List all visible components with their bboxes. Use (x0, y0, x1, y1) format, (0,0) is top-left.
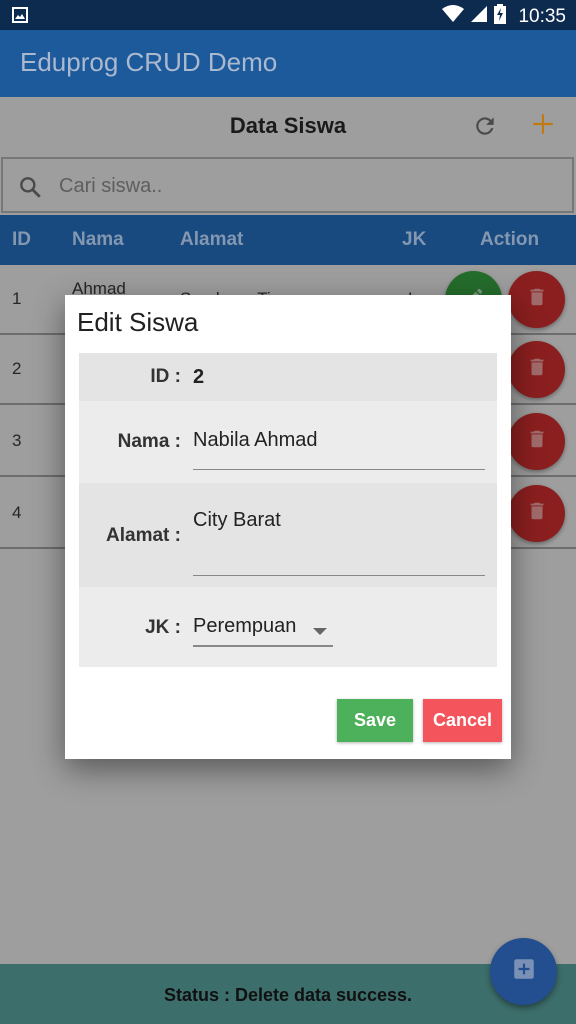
cell-id: 3 (12, 431, 22, 450)
column-header-jk: JK (402, 229, 427, 250)
cell-id: 2 (12, 359, 22, 378)
column-header-nama: Nama (72, 229, 124, 250)
add-box-icon (511, 956, 537, 987)
cell-id: 4 (12, 503, 22, 522)
image-icon (12, 7, 28, 28)
form-row-jk: JK : Perempuan (79, 587, 497, 667)
status-message: Status : Delete data success. (163, 985, 413, 1005)
refresh-icon[interactable] (472, 113, 498, 144)
wifi-icon (442, 5, 465, 28)
alamat-field[interactable]: City Barat (193, 509, 281, 532)
table-header: ID Nama Alamat JK Action (0, 215, 576, 265)
id-label: ID : (150, 366, 181, 387)
alamat-underline (193, 575, 485, 576)
signal-icon (470, 5, 488, 28)
list-toolbar: Data Siswa (0, 97, 576, 157)
column-header-alamat: Alamat (180, 229, 244, 250)
trash-icon (526, 427, 548, 456)
edit-form: ID : 2 Nama : Nabila Ahmad Alamat : City… (79, 353, 497, 667)
trash-icon (526, 499, 548, 528)
app-bar: Eduprog CRUD Demo (0, 30, 576, 97)
cell-id: 1 (12, 289, 22, 308)
app-title: Eduprog CRUD Demo (20, 47, 278, 77)
id-value: 2 (193, 366, 205, 388)
jk-select[interactable]: Perempuan (193, 613, 333, 647)
search-bar (1, 157, 574, 213)
jk-selected-value: Perempuan (193, 615, 297, 637)
status-bar: 10:35 (0, 0, 576, 30)
column-header-id: ID (12, 229, 31, 250)
jk-label: JK : (145, 617, 181, 638)
delete-button[interactable] (508, 271, 565, 328)
nama-field[interactable]: Nabila Ahmad (193, 429, 318, 452)
delete-button[interactable] (508, 341, 565, 398)
battery-charging-icon (494, 4, 507, 29)
dialog-title: Edit Siswa (77, 307, 199, 337)
nama-underline (193, 469, 485, 470)
save-button[interactable]: Save (337, 699, 413, 742)
search-input[interactable] (57, 169, 541, 203)
form-row-nama: Nama : Nabila Ahmad (79, 401, 497, 483)
plus-icon[interactable] (530, 111, 556, 142)
trash-icon (526, 285, 548, 314)
delete-button[interactable] (508, 485, 565, 542)
alamat-label: Alamat : (106, 525, 181, 546)
search-icon (17, 174, 43, 205)
clock: 10:35 (518, 5, 566, 27)
nama-label: Nama : (117, 431, 181, 452)
column-header-action: Action (480, 229, 540, 250)
delete-button[interactable] (508, 413, 565, 470)
cancel-button[interactable]: Cancel (423, 699, 502, 742)
add-fab-button[interactable] (490, 938, 557, 1005)
trash-icon (526, 355, 548, 384)
form-row-id: ID : 2 (79, 353, 497, 401)
caret-down-icon (313, 623, 327, 641)
form-row-alamat: Alamat : City Barat (79, 483, 497, 587)
edit-dialog: Edit Siswa ID : 2 Nama : Nabila Ahmad Al… (65, 295, 511, 759)
